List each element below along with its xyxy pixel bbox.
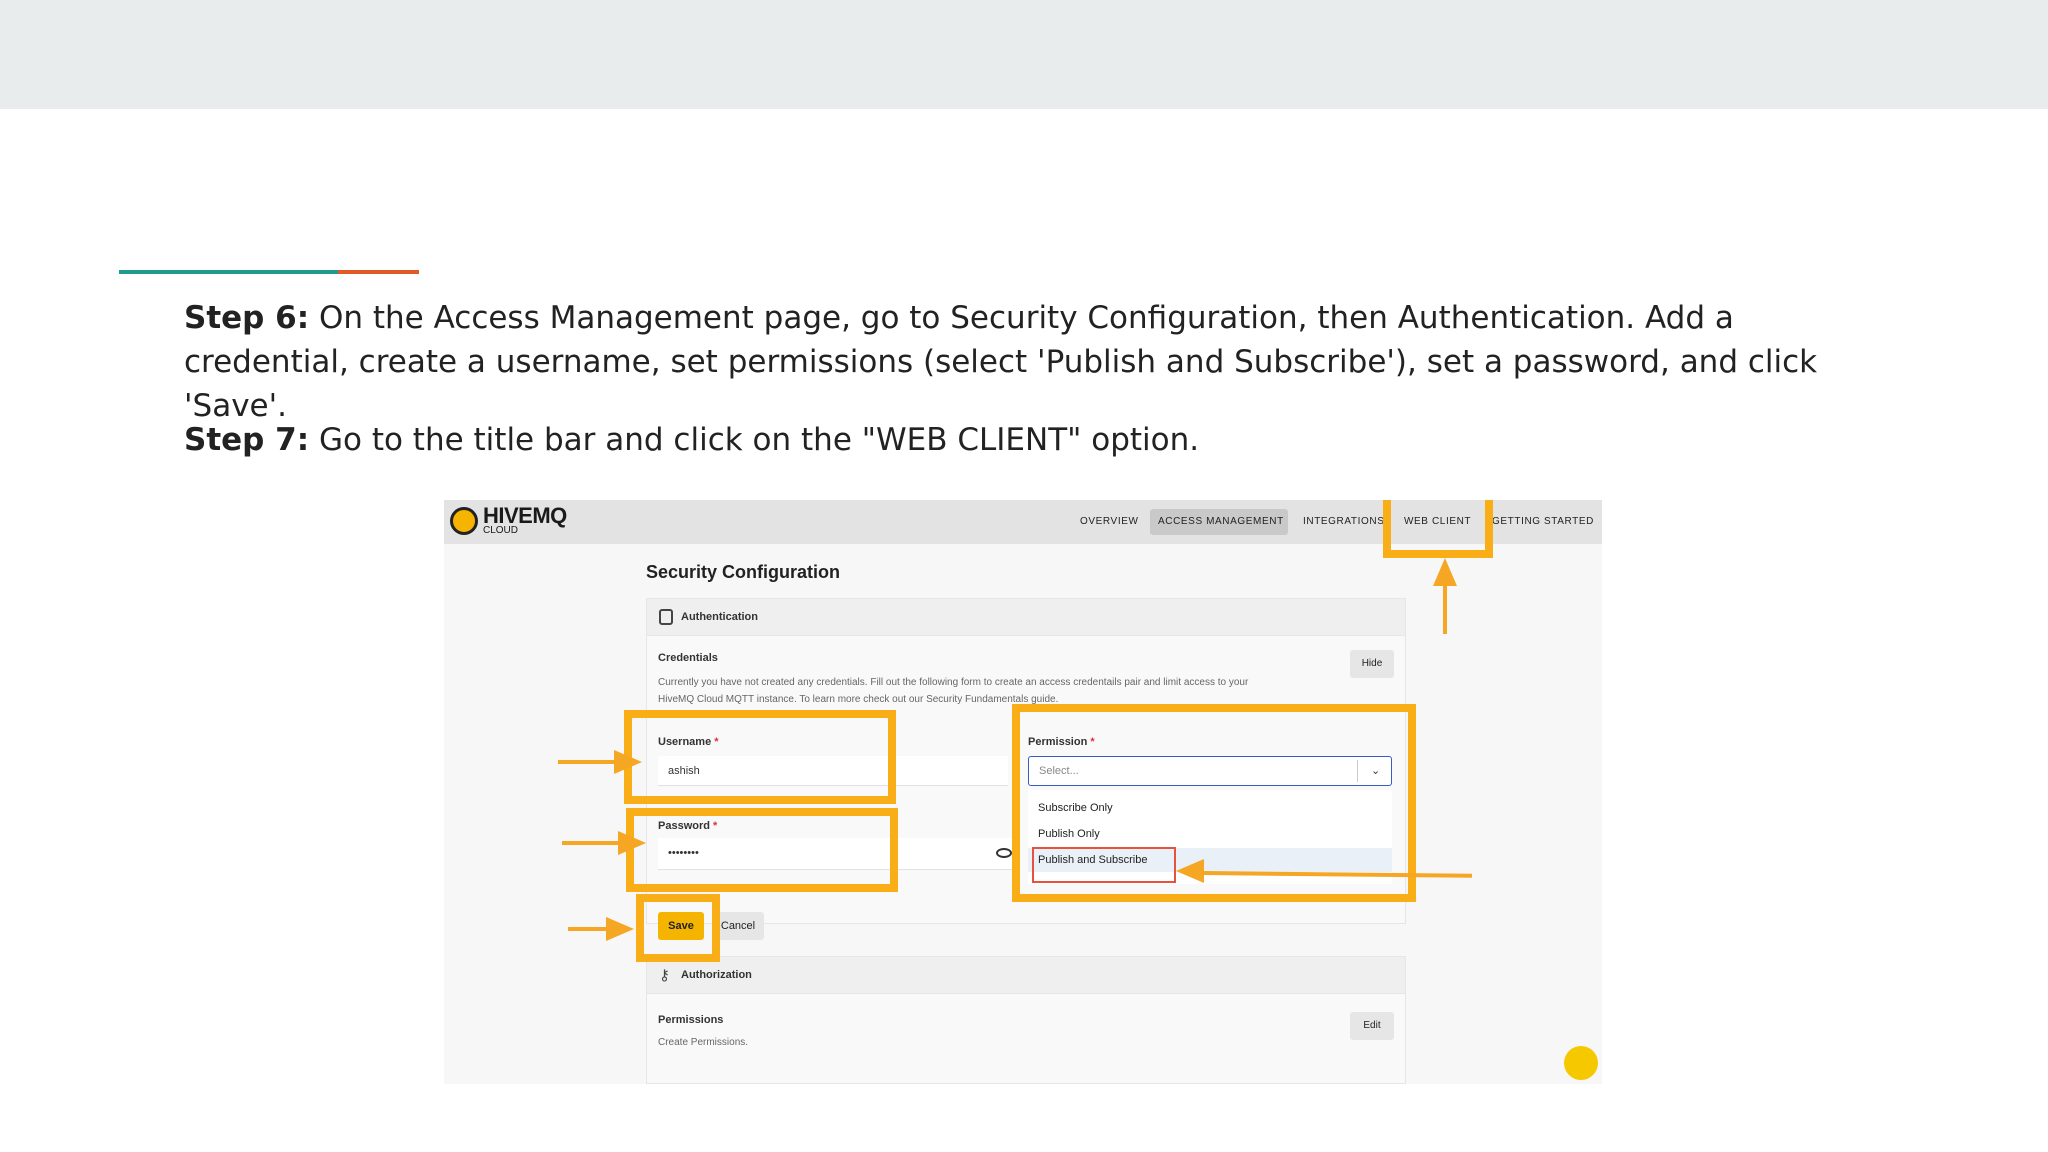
top-band — [0, 0, 2048, 109]
edit-button[interactable]: Edit — [1350, 1012, 1394, 1040]
step-6-body: On the Access Management page, go to Sec… — [184, 300, 1818, 424]
web-client-highlight — [1383, 500, 1493, 558]
password-arrow-head-icon — [618, 831, 646, 855]
authentication-header: Authentication — [646, 598, 1406, 636]
credentials-hint-1: Currently you have not created any crede… — [658, 677, 1249, 688]
hide-button[interactable]: Hide — [1350, 650, 1394, 678]
web-client-arrow-head-icon — [1433, 558, 1457, 586]
authorization-header: ⚷ Authorization — [646, 956, 1406, 994]
show-password-eye-icon[interactable] — [996, 848, 1012, 858]
lock-icon — [659, 609, 673, 625]
authorization-title: Authorization — [681, 969, 752, 981]
password-highlight — [626, 808, 898, 892]
save-arrow-head-icon — [606, 917, 634, 941]
permissions-title: Permissions — [658, 1014, 724, 1026]
authentication-title: Authentication — [681, 611, 758, 623]
nav-overview[interactable]: OVERVIEW — [1080, 516, 1139, 527]
hivemq-screenshot: HIVEMQ CLOUD OVERVIEW ACCESS MANAGEMENT … — [444, 500, 1602, 1084]
step-6-label: Step 6: — [184, 300, 310, 336]
accent-line — [119, 270, 419, 274]
step-7-label: Step 7: — [184, 422, 310, 458]
option-arrow-head-icon — [1176, 859, 1204, 883]
credentials-title: Credentials — [658, 652, 718, 664]
nav-access-management[interactable]: ACCESS MANAGEMENT — [1158, 516, 1284, 527]
credentials-hint-2: HiveMQ Cloud MQTT instance. To learn mor… — [658, 694, 1059, 705]
logo-subtext: CLOUD — [483, 525, 519, 536]
step-7-body: Go to the title bar and click on the "WE… — [309, 422, 1200, 458]
nav-integrations[interactable]: INTEGRATIONS — [1303, 516, 1384, 527]
permissions-hint: Create Permissions. — [658, 1037, 749, 1048]
username-arrow-head-icon — [614, 750, 642, 774]
page-title: Security Configuration — [646, 562, 841, 582]
username-highlight — [624, 710, 896, 804]
username-arrow-line — [558, 760, 618, 764]
step-6-text: Step 6: On the Access Management page, g… — [184, 296, 1884, 428]
save-arrow-line — [568, 927, 610, 931]
password-arrow-line — [562, 841, 622, 845]
step-7-text: Step 7: Go to the title bar and click on… — [184, 418, 1884, 462]
web-client-arrow-line — [1443, 584, 1447, 634]
nav-getting-started[interactable]: GETTING STARTED — [1492, 516, 1594, 527]
help-chat-icon[interactable] — [1564, 1046, 1598, 1080]
save-highlight — [636, 894, 720, 962]
hivemq-logo-icon — [450, 507, 478, 535]
key-icon: ⚷ — [659, 967, 670, 984]
